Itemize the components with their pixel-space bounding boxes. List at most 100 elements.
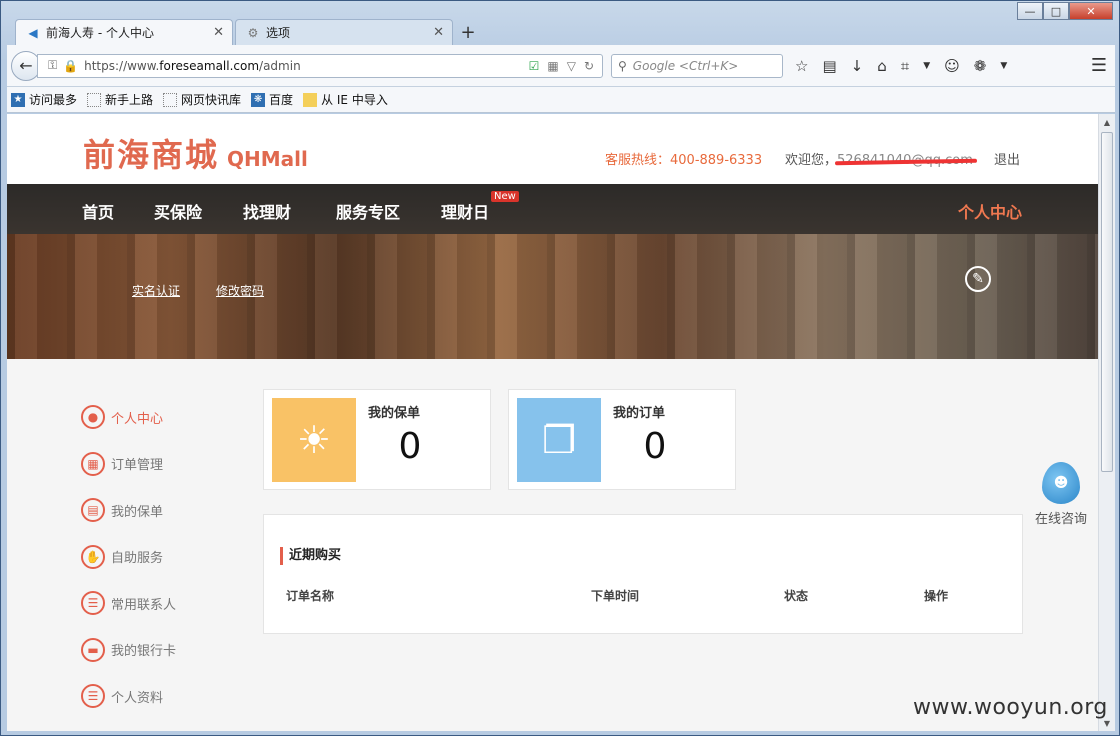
tab-options[interactable]: ⚙ 选项 ✕ — [235, 19, 453, 45]
hand-icon: ✋ — [81, 544, 105, 569]
search-input[interactable]: ⚲ Google <Ctrl+K> — [611, 53, 783, 78]
welcome-message: 欢迎您，526841040@qq.com — [785, 149, 973, 168]
online-consult-label: 在线咨询 — [1034, 512, 1087, 527]
new-tab-button[interactable]: + — [455, 19, 481, 45]
site-logo[interactable]: 前海商城 QHMall — [83, 130, 308, 176]
online-consult-widget[interactable]: ☻ 在线咨询 — [1031, 462, 1091, 527]
list-icon: ☰ — [81, 684, 105, 709]
new-badge: New — [491, 191, 519, 202]
most-visited-icon: ★ — [11, 92, 25, 107]
identity-key-icon[interactable]: ⚿ — [48, 58, 57, 73]
sidebar-item-label: 常用联系人 — [111, 597, 177, 613]
water-drop-mascot-icon: ☻ — [1042, 462, 1080, 504]
recent-purchases-panel: 近期购买 订单名称 下单时间 状态 操作 — [263, 514, 1023, 634]
customer-hotline: 客服热线：400-889-6333 — [605, 153, 763, 168]
nav-wealth[interactable]: 找理财 — [243, 199, 291, 223]
logo-text: 前海商城 — [83, 136, 220, 174]
policy-count: 0 — [398, 426, 422, 467]
maximize-button[interactable]: □ — [1043, 2, 1069, 20]
bookmark-label: 访问最多 — [29, 93, 78, 107]
address-bar[interactable]: ⚿ 🔒 https://www. foreseamall.com/admin ☑ … — [37, 53, 603, 78]
column-header-order-name: 订单名称 — [286, 589, 335, 603]
page-icon — [163, 92, 178, 107]
close-window-button[interactable]: ✕ — [1069, 2, 1113, 20]
nav-home[interactable]: 首页 — [82, 199, 114, 223]
tab-personal-center[interactable]: ◀ 前海人寿 - 个人中心 ✕ — [15, 19, 233, 45]
chevron-down-icon[interactable]: ▼ — [1000, 61, 1007, 71]
account-sidebar: ● 个人中心 ▦ 订单管理 ▤ 我的保单 ✋ 自助服务 ☰ 常用联系人 ▬ 我的银行卡 ☰ 个… — [81, 394, 176, 720]
tab-close-icon[interactable]: ✕ — [433, 25, 444, 40]
bookmark-star-icon[interactable]: ☆ — [795, 57, 808, 75]
my-policies-card[interactable]: ☀ 我的保单 0 — [263, 389, 491, 490]
nav-finance-day[interactable]: 理财日 New — [441, 191, 519, 223]
window-controls: — □ ✕ — [1017, 2, 1113, 20]
sidebar-item-contacts[interactable]: ☰ 常用联系人 — [81, 580, 176, 627]
dropdown-arrow-icon[interactable]: ▽ — [567, 59, 576, 73]
bookmark-import-ie[interactable]: 从 IE 中导入 — [303, 91, 388, 108]
bookmarks-toolbar: ★ 访问最多 新手上路 网页快讯库 ❋ 百度 从 IE 中导入 — [7, 87, 1115, 113]
sidebar-item-personal-center[interactable]: ● 个人中心 — [81, 394, 176, 441]
sidebar-item-bank-cards[interactable]: ▬ 我的银行卡 — [81, 627, 176, 674]
column-header-action: 操作 — [924, 589, 949, 603]
document-icon: ▤ — [81, 498, 105, 523]
scrollbar-thumb[interactable] — [1101, 132, 1113, 472]
card-icon: ▬ — [81, 637, 105, 662]
user-icon: ● — [81, 405, 105, 430]
nav-service-zone[interactable]: 服务专区 — [336, 199, 400, 223]
bookmark-label: 新手上路 — [105, 93, 154, 107]
grid-icon: ▦ — [81, 451, 105, 476]
home-icon[interactable]: ⌂ — [877, 57, 887, 75]
bookmark-most-visited[interactable]: ★ 访问最多 — [11, 91, 77, 108]
nav-buy-insurance[interactable]: 买保险 — [154, 199, 202, 223]
bookmark-web-slices[interactable]: 网页快讯库 — [163, 91, 241, 108]
reload-icon[interactable]: ↻ — [584, 59, 594, 73]
sidebar-item-order-management[interactable]: ▦ 订单管理 — [81, 441, 176, 488]
real-name-auth-link[interactable]: 实名认证 — [132, 282, 180, 299]
logout-link[interactable]: 退出 — [994, 149, 1020, 168]
tab-title: 选项 — [266, 26, 291, 40]
my-orders-card[interactable]: ❐ 我的订单 0 — [508, 389, 736, 490]
search-icon: ⚲ — [618, 58, 627, 73]
bookmark-label: 从 IE 中导入 — [321, 93, 388, 107]
card-title: 我的订单 — [613, 406, 666, 421]
tab-close-icon[interactable]: ✕ — [213, 25, 224, 40]
nav-personal-center[interactable]: 个人中心 — [958, 199, 1022, 223]
order-count: 0 — [643, 426, 667, 467]
change-password-link[interactable]: 修改密码 — [216, 282, 264, 299]
recent-purchases-title: 近期购买 — [280, 547, 341, 565]
url-prefix: https://www. — [84, 58, 160, 73]
extension-icon[interactable]: ❁ — [974, 57, 987, 75]
qr-code-icon[interactable]: ▦ — [547, 59, 558, 73]
lightbulb-icon: ☀ — [272, 398, 356, 482]
edit-pencil-icon[interactable]: ✎ — [965, 266, 991, 292]
site-favicon-icon: ◀ — [28, 25, 38, 40]
crop-icon[interactable]: ⌗ — [901, 57, 909, 75]
shield-check-icon[interactable]: ☑ — [529, 59, 540, 73]
bookmark-label: 百度 — [269, 93, 294, 107]
minimize-button[interactable]: — — [1017, 2, 1043, 20]
vertical-scrollbar[interactable]: ▲ ▼ — [1098, 114, 1115, 731]
sidebar-item-profile[interactable]: ☰ 个人资料 — [81, 673, 176, 720]
scroll-up-arrow-icon[interactable]: ▲ — [1099, 114, 1115, 130]
page-icon — [87, 92, 102, 107]
sidebar-item-my-policies[interactable]: ▤ 我的保单 — [81, 487, 176, 534]
hamburger-menu-icon[interactable]: ☰ — [1091, 55, 1107, 76]
folder-icon — [303, 92, 318, 107]
page-viewport: 前海商城 QHMall 客服热线：400-889-6333 欢迎您，526841… — [7, 114, 1115, 731]
sidebar-item-label: 订单管理 — [111, 458, 164, 474]
list-icon: ☰ — [81, 591, 105, 616]
download-icon[interactable]: ↓ — [851, 57, 864, 75]
lock-icon: 🔒 — [63, 58, 79, 73]
chevron-down-icon[interactable]: ▼ — [923, 61, 930, 71]
bookmark-baidu[interactable]: ❋ 百度 — [251, 91, 293, 108]
sidebar-item-self-service[interactable]: ✋ 自助服务 — [81, 534, 176, 581]
main-navigation: 首页 买保险 找理财 服务专区 理财日 New 个人中心 — [7, 184, 1098, 234]
sidebar-item-label: 个人中心 — [111, 411, 164, 427]
browser-window: — □ ✕ ◀ 前海人寿 - 个人中心 ✕ ⚙ 选项 ✕ + ← ⚿ 🔒 htt… — [0, 0, 1120, 736]
bookmark-getting-started[interactable]: 新手上路 — [87, 91, 153, 108]
search-placeholder: Google <Ctrl+K> — [632, 58, 739, 73]
reading-list-icon[interactable]: ▤ — [822, 57, 836, 75]
smiley-icon[interactable]: ☺ — [944, 57, 960, 75]
documents-icon: ❐ — [517, 398, 601, 482]
column-header-status: 状态 — [784, 589, 809, 603]
